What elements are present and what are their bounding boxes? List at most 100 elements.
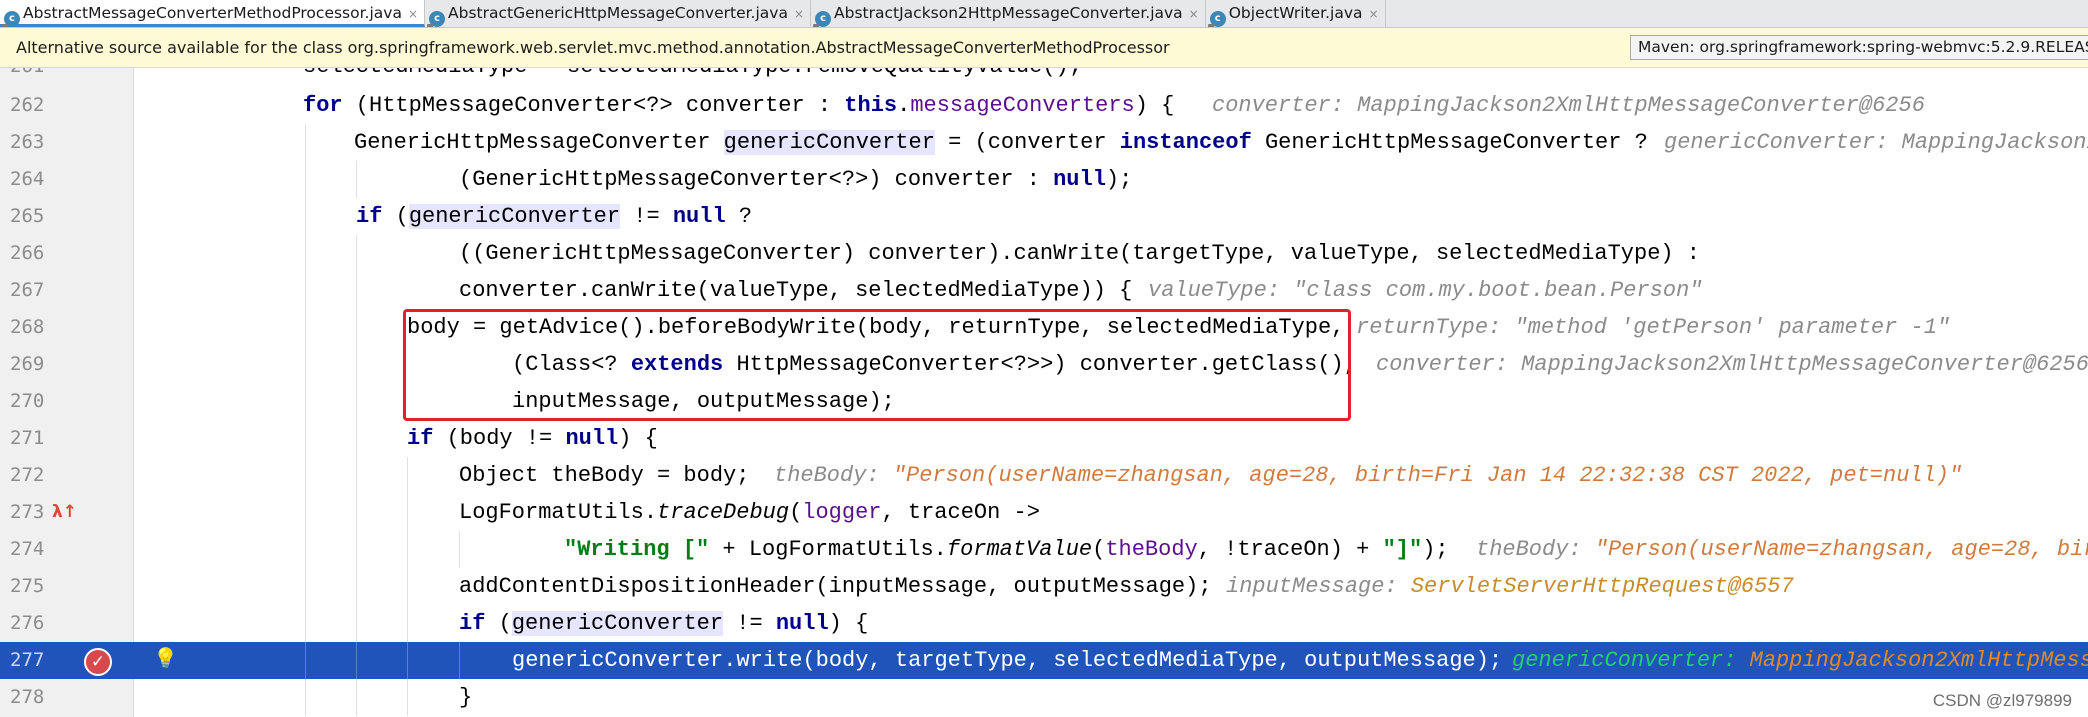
indent-guide [356, 235, 357, 272]
indent-guide [407, 605, 408, 642]
indent-guide [305, 272, 306, 309]
code-line: 263 GenericHttpMessageConverter genericC… [0, 124, 2088, 161]
indent-guide [407, 494, 408, 531]
line-number: 262 [10, 94, 45, 116]
indent-guide [305, 568, 306, 605]
inline-debug-value: inputMessage: ServletServerHttpRequest@6… [1226, 574, 1794, 599]
indent-guide [356, 605, 357, 642]
indent-guide [305, 494, 306, 531]
indent-guide [305, 124, 306, 161]
indent-guide [356, 309, 357, 346]
code-text: body = getAdvice().beforeBodyWrite(body,… [407, 315, 1345, 340]
tab-label: AbstractJackson2HttpMessageConverter.jav… [834, 4, 1183, 22]
indent-guide [305, 161, 306, 198]
banner-message: Alternative source available for the cla… [16, 38, 1170, 57]
line-number: 274 [10, 538, 45, 560]
line-number: 266 [10, 242, 45, 264]
line-number: 269 [10, 353, 45, 375]
inline-debug-value: genericConverter: MappingJackson2XmlHttp… [1512, 648, 2088, 673]
alternative-source-banner: Alternative source available for the cla… [0, 28, 2088, 68]
indent-guide [305, 679, 306, 716]
code-text: (Class<? extends HttpMessageConverter<?>… [512, 352, 1357, 377]
tab-abstract-generic-http-message-converter[interactable]: c AbstractGenericHttpMessageConverter.jav… [425, 0, 812, 27]
line-number: 264 [10, 168, 45, 190]
code-text: genericConverter.write(body, targetType,… [512, 648, 1503, 673]
tab-abstract-jackson2-http-message-converter[interactable]: c AbstractJackson2HttpMessageConverter.ja… [811, 0, 1206, 27]
indent-guide [407, 679, 408, 716]
code-line: 270 inputMessage, outputMessage); [0, 383, 2088, 420]
lambda-step-icon[interactable]: λ↑ [52, 500, 78, 524]
indent-guide [356, 272, 357, 309]
indent-guide [407, 642, 408, 679]
code-editor[interactable]: 261 selectedMediaType = selectedMediaTyp… [0, 68, 2088, 717]
line-number: 275 [10, 575, 45, 597]
indent-guide [305, 346, 306, 383]
code-text: if (genericConverter != null) { [459, 611, 869, 636]
indent-guide [305, 309, 306, 346]
indent-guide [356, 679, 357, 716]
tab-object-writer[interactable]: c ObjectWriter.java × [1206, 0, 1386, 27]
code-line: 265 if (genericConverter != null ? [0, 198, 2088, 235]
code-text: LogFormatUtils.traceDebug(logger, traceO… [459, 500, 1040, 525]
current-execution-line: 277 genericConverter.write(body, targetT… [0, 642, 2088, 679]
line-number: 267 [10, 279, 45, 301]
code-text: converter.canWrite(valueType, selectedMe… [459, 278, 1133, 303]
indent-guide [356, 161, 357, 198]
indent-guide [305, 457, 306, 494]
line-number: 278 [10, 686, 45, 708]
indent-guide [356, 383, 357, 420]
indent-guide [356, 420, 357, 457]
inline-debug-value: theBody: "Person(userName=zhangsan, age=… [774, 463, 1963, 488]
indent-guide [356, 457, 357, 494]
code-line: 278 } [0, 679, 2088, 716]
watermark: CSDN @zl979899 [1930, 691, 2074, 711]
indent-guide [305, 642, 306, 679]
alternative-source-select[interactable]: Maven: org.springframework:spring-webmvc… [1630, 35, 2088, 60]
indent-guide [305, 383, 306, 420]
inline-debug-value: valueType: "class com.my.boot.bean.Perso… [1148, 278, 1703, 303]
close-icon[interactable]: × [1189, 7, 1199, 21]
line-number: 263 [10, 131, 45, 153]
line-number: 270 [10, 390, 45, 412]
editor-tab-bar: c AbstractMessageConverterMethodProcessor… [0, 0, 2088, 28]
code-line: 267 converter.canWrite(valueType, select… [0, 272, 2088, 309]
indent-guide [305, 235, 306, 272]
indent-guide [407, 457, 408, 494]
code-line: 275 addContentDispositionHeader(inputMes… [0, 568, 2088, 605]
code-line: 264 (GenericHttpMessageConverter<?>) con… [0, 161, 2088, 198]
close-icon[interactable]: × [1369, 7, 1379, 21]
close-icon[interactable]: × [794, 7, 804, 21]
indent-guide [356, 494, 357, 531]
breakpoint-icon[interactable]: ✓ [84, 648, 112, 676]
tab-label: ObjectWriter.java [1228, 4, 1363, 22]
code-line: 266 ((GenericHttpMessageConverter) conve… [0, 235, 2088, 272]
inline-debug-value: theBody: "Person(userName=zhangsan, age=… [1476, 537, 2088, 562]
tab-abstract-message-converter-method-processor[interactable]: c AbstractMessageConverterMethodProcessor… [0, 0, 426, 27]
tab-label: AbstractGenericHttpMessageConverter.java [448, 4, 788, 22]
class-file-icon: c [427, 11, 446, 27]
code-line: 272 Object theBody = body; theBody: "Per… [0, 457, 2088, 494]
code-line: 261 selectedMediaType = selectedMediaTyp… [0, 68, 2088, 85]
line-number: 272 [10, 464, 45, 486]
code-text: if (body != null) { [407, 426, 658, 451]
line-number: 265 [10, 205, 45, 227]
inline-debug-value: returnType: "method 'getPerson' paramete… [1356, 315, 1951, 340]
code-line: 262 for (HttpMessageConverter<?> convert… [0, 87, 2088, 124]
class-file-icon: c [813, 11, 832, 27]
indent-guide [356, 346, 357, 383]
line-number: 271 [10, 427, 45, 449]
indent-guide [356, 568, 357, 605]
code-line: 271 if (body != null) { [0, 420, 2088, 457]
inline-debug-value: converter: MappingJackson2XmlHttpMessage… [1376, 352, 2088, 377]
close-icon[interactable]: × [408, 7, 418, 21]
indent-guide [356, 642, 357, 679]
indent-guide [407, 531, 408, 568]
indent-guide [305, 605, 306, 642]
code-text: ((GenericHttpMessageConverter) converter… [459, 241, 1701, 266]
lightbulb-icon[interactable]: 💡 [153, 647, 178, 669]
code-text: "Writing [" + LogFormatUtils.formatValue… [564, 537, 1449, 562]
code-text: for (HttpMessageConverter<?> converter :… [303, 93, 1175, 118]
indent-guide [305, 531, 306, 568]
code-text: addContentDispositionHeader(inputMessage… [459, 574, 1212, 599]
code-text: GenericHttpMessageConverter genericConve… [354, 130, 1648, 155]
